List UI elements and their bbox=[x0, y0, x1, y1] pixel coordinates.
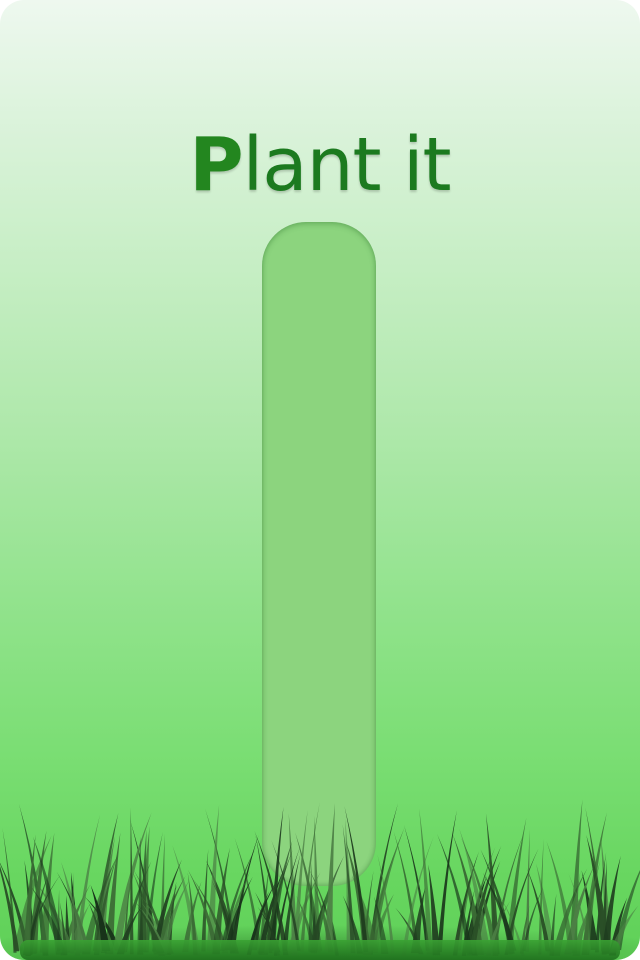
plant-tube[interactable] bbox=[262, 222, 376, 886]
grass-blade bbox=[129, 807, 134, 955]
grass-blades bbox=[0, 799, 640, 956]
grass-icon bbox=[0, 799, 640, 960]
app-title: Plant it bbox=[0, 122, 640, 208]
app-title-initial: P bbox=[189, 122, 243, 208]
app-screen: Plant it bbox=[0, 0, 640, 960]
app-title-rest: lant it bbox=[242, 122, 452, 208]
